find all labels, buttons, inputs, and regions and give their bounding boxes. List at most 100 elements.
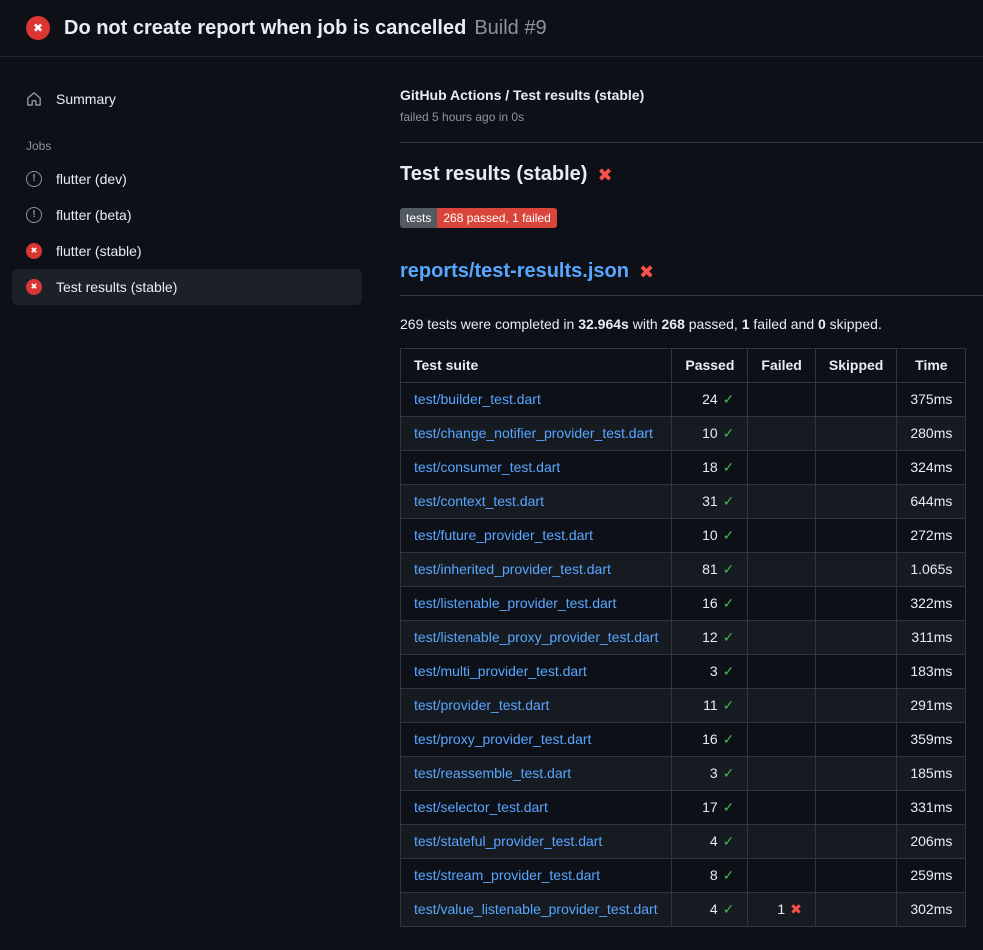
skipped-cell — [815, 723, 896, 757]
passed-cell: 31✓ — [672, 485, 748, 519]
test-suite-link[interactable]: test/multi_provider_test.dart — [414, 663, 587, 679]
table-row: test/stream_provider_test.dart 8✓ 259ms — [401, 859, 966, 893]
failed-cell — [748, 383, 815, 417]
passed-count: 8 — [710, 867, 718, 883]
test-suite-link[interactable]: test/selector_test.dart — [414, 799, 548, 815]
tests-badge: tests 268 passed, 1 failed — [400, 208, 557, 228]
failed-x-icon: ✖ — [639, 263, 654, 281]
test-suite-link[interactable]: test/consumer_test.dart — [414, 459, 560, 475]
summary-text: skipped. — [826, 316, 882, 332]
skipped-cell — [815, 689, 896, 723]
check-icon: ✓ — [723, 833, 735, 849]
test-suite-link[interactable]: test/provider_test.dart — [414, 697, 549, 713]
check-icon: ✓ — [723, 901, 735, 917]
col-time: Time — [897, 349, 966, 383]
check-icon: ✓ — [723, 697, 735, 713]
test-suite-link[interactable]: test/reassemble_test.dart — [414, 765, 571, 781]
test-suite-link[interactable]: test/listenable_provider_test.dart — [414, 595, 616, 611]
report-file-link[interactable]: reports/test-results.json — [400, 260, 629, 283]
test-suite-cell: test/inherited_provider_test.dart — [401, 553, 672, 587]
failed-cell — [748, 859, 815, 893]
run-status-line: failed 5 hours ago in 0s — [400, 110, 983, 124]
passed-cell: 16✓ — [672, 723, 748, 757]
passed-count: 4 — [710, 833, 718, 849]
skipped-cell — [815, 587, 896, 621]
summary-skipped-count: 0 — [818, 316, 826, 332]
test-suite-link[interactable]: test/listenable_proxy_provider_test.dart — [414, 629, 658, 645]
passed-cell: 10✓ — [672, 519, 748, 553]
passed-cell: 16✓ — [672, 587, 748, 621]
test-suite-cell: test/change_notifier_provider_test.dart — [401, 417, 672, 451]
jobs-section-label: Jobs — [26, 139, 362, 153]
failed-cell — [748, 791, 815, 825]
check-icon: ✓ — [723, 731, 735, 747]
test-suite-link[interactable]: test/change_notifier_provider_test.dart — [414, 425, 653, 441]
page-layout: Summary Jobs ! flutter (dev) ! flutter (… — [0, 57, 983, 927]
sidebar-job-label: flutter (beta) — [56, 207, 131, 223]
cross-icon: ✖ — [790, 901, 802, 917]
check-icon: ✓ — [723, 561, 735, 577]
test-suite-cell: test/selector_test.dart — [401, 791, 672, 825]
table-row: test/consumer_test.dart 18✓ 324ms — [401, 451, 966, 485]
test-suite-cell: test/consumer_test.dart — [401, 451, 672, 485]
table-row: test/selector_test.dart 17✓ 331ms — [401, 791, 966, 825]
summary-text: failed and — [750, 316, 819, 332]
passed-count: 17 — [702, 799, 718, 815]
failed-cell — [748, 757, 815, 791]
check-run-title: Test results (stable) ✖ — [400, 163, 983, 186]
failed-cell — [748, 485, 815, 519]
check-icon: ✓ — [723, 629, 735, 645]
test-suite-cell: test/proxy_provider_test.dart — [401, 723, 672, 757]
passed-cell: 12✓ — [672, 621, 748, 655]
test-suite-link[interactable]: test/context_test.dart — [414, 493, 544, 509]
failed-x-icon: ✖ — [597, 166, 612, 184]
summary-passed-count: 268 — [662, 316, 685, 332]
skipped-cell — [815, 859, 896, 893]
build-header: ✖ Do not create report when job is cance… — [0, 0, 983, 57]
failed-count: 1 — [777, 901, 785, 917]
divider — [400, 142, 983, 143]
skipped-cell — [815, 825, 896, 859]
table-row: test/listenable_provider_test.dart 16✓ 3… — [401, 587, 966, 621]
passed-cell: 17 ✓ — [672, 791, 748, 825]
sidebar-item-flutter-beta[interactable]: ! flutter (beta) — [12, 197, 362, 233]
test-suite-link[interactable]: test/future_provider_test.dart — [414, 527, 593, 543]
sidebar-item-summary[interactable]: Summary — [12, 81, 362, 117]
sidebar-item-flutter-dev[interactable]: ! flutter (dev) — [12, 161, 362, 197]
test-suite-link[interactable]: test/value_listenable_provider_test.dart — [414, 901, 658, 917]
time-cell: 359ms — [897, 723, 966, 757]
failed-cell — [748, 417, 815, 451]
test-suite-link[interactable]: test/proxy_provider_test.dart — [414, 731, 591, 747]
test-suite-link[interactable]: test/inherited_provider_test.dart — [414, 561, 611, 577]
test-suite-cell: test/listenable_provider_test.dart — [401, 587, 672, 621]
table-row: test/inherited_provider_test.dart 81✓ 1.… — [401, 553, 966, 587]
table-row: test/reassemble_test.dart 3✓ 185ms — [401, 757, 966, 791]
test-suite-cell: test/stateful_provider_test.dart — [401, 825, 672, 859]
table-row: test/provider_test.dart 11✓ 291ms — [401, 689, 966, 723]
time-cell: 375ms — [897, 383, 966, 417]
skipped-cell — [815, 383, 896, 417]
check-icon: ✓ — [723, 459, 735, 475]
check-icon: ✓ — [723, 799, 735, 815]
test-suite-link[interactable]: test/builder_test.dart — [414, 391, 541, 407]
passed-count: 4 — [710, 901, 718, 917]
passed-cell: 10✓ — [672, 417, 748, 451]
table-row: test/context_test.dart 31✓ 644ms — [401, 485, 966, 519]
results-table-body: test/builder_test.dart 24✓ 375ms test/ch… — [401, 383, 966, 927]
test-suite-link[interactable]: test/stream_provider_test.dart — [414, 867, 600, 883]
table-row: test/future_provider_test.dart 10✓ 272ms — [401, 519, 966, 553]
sidebar-item-test-results-stable[interactable]: ✖ Test results (stable) — [12, 269, 362, 305]
time-cell: 302ms — [897, 893, 966, 927]
col-test-suite: Test suite — [401, 349, 672, 383]
sidebar-item-flutter-stable[interactable]: ✖ flutter (stable) — [12, 233, 362, 269]
check-icon: ✓ — [723, 425, 735, 441]
home-icon — [26, 91, 42, 107]
breadcrumb: GitHub Actions / Test results (stable) — [400, 87, 983, 103]
main-content: GitHub Actions / Test results (stable) f… — [380, 57, 983, 927]
page-title: Do not create report when job is cancell… — [64, 17, 547, 40]
skipped-cell — [815, 791, 896, 825]
test-suite-link[interactable]: test/stateful_provider_test.dart — [414, 833, 602, 849]
passed-cell: 11✓ — [672, 689, 748, 723]
col-passed: Passed — [672, 349, 748, 383]
test-suite-cell: test/context_test.dart — [401, 485, 672, 519]
